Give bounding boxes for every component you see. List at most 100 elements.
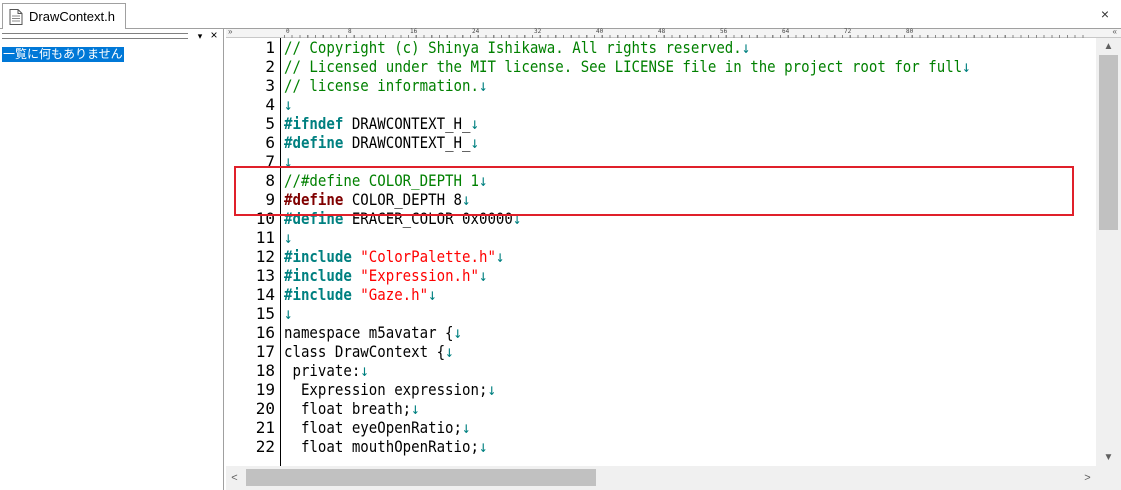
column-ruler: » 0 8 16 24 32 40 48 56 64 72 80 «: [226, 27, 1121, 38]
newline-marker-icon: ↓: [462, 418, 471, 437]
code-line[interactable]: 5 #ifndef DRAWCONTEXT_H_↓: [226, 114, 1096, 133]
vertical-scrollbar[interactable]: ▲ ▼: [1096, 38, 1121, 466]
code-line[interactable]: 18 private:↓: [226, 361, 1096, 380]
close-tab-icon[interactable]: ×: [1097, 6, 1113, 22]
code-token: Expression expression;: [284, 380, 488, 399]
outline-header: ▾ ×: [0, 29, 224, 44]
code-line[interactable]: 20 float breath;↓: [226, 399, 1096, 418]
line-text: // Copyright (c) Shinya Ishikawa. All ri…: [284, 38, 750, 57]
scroll-right-icon[interactable]: >: [1079, 466, 1096, 490]
code-line[interactable]: 1 // Copyright (c) Shinya Ishikawa. All r…: [226, 38, 1096, 57]
code-token: float breath;: [284, 399, 412, 418]
line-text: #define DRAWCONTEXT_H_↓: [284, 133, 479, 152]
newline-marker-icon: ↓: [428, 285, 437, 304]
newline-marker-icon: ↓: [284, 228, 293, 247]
code-line[interactable]: 15 ↓: [226, 304, 1096, 323]
code-line[interactable]: 6 #define DRAWCONTEXT_H_↓: [226, 133, 1096, 152]
file-tab[interactable]: DrawContext.h: [2, 3, 126, 29]
newline-marker-icon: ↓: [284, 304, 293, 323]
ruler-label: 64: [782, 28, 790, 35]
code-token: #include: [284, 266, 352, 285]
code-area[interactable]: 1 // Copyright (c) Shinya Ishikawa. All r…: [226, 38, 1096, 466]
line-text: #include "Gaze.h"↓: [284, 285, 437, 304]
code-line[interactable]: 14 #include "Gaze.h"↓: [226, 285, 1096, 304]
code-token: #define: [284, 133, 344, 152]
code-line[interactable]: 2 // Licensed under the MIT license. See …: [226, 57, 1096, 76]
code-token: float eyeOpenRatio;: [284, 418, 463, 437]
scroll-left-icon[interactable]: <: [226, 466, 243, 490]
gutter-separator: [280, 38, 281, 466]
code-line[interactable]: 17 class DrawContext {↓: [226, 342, 1096, 361]
newline-marker-icon: ↓: [470, 114, 479, 133]
newline-marker-icon: ↓: [284, 95, 293, 114]
code-line[interactable]: 21 float eyeOpenRatio;↓: [226, 418, 1096, 437]
line-text: Expression expression;↓: [284, 380, 496, 399]
vertical-scroll-thumb[interactable]: [1099, 55, 1118, 230]
code-line[interactable]: 22 float mouthOpenRatio;↓: [226, 437, 1096, 456]
line-text: // Licensed under the MIT license. See L…: [284, 57, 971, 76]
tab-bar: DrawContext.h ×: [0, 0, 1121, 29]
code-token: namespace m5avatar {: [284, 323, 454, 342]
code-line[interactable]: 16 namespace m5avatar {↓: [226, 323, 1096, 342]
ruler-label: 80: [906, 28, 914, 35]
line-text: private:↓: [284, 361, 369, 380]
code-line[interactable]: 11 ↓: [226, 228, 1096, 247]
line-number: 2: [265, 57, 275, 76]
ruler-label: 40: [596, 28, 604, 35]
line-number: 14: [255, 285, 275, 304]
tab-title: DrawContext.h: [29, 9, 115, 24]
line-text: class DrawContext {↓: [284, 342, 454, 361]
line-number: 4: [265, 95, 275, 114]
line-text: float eyeOpenRatio;↓: [284, 418, 471, 437]
line-text: ↓: [284, 228, 292, 247]
line-text: ↓: [284, 95, 292, 114]
newline-marker-icon: ↓: [478, 266, 488, 285]
document-icon: [9, 8, 23, 25]
code-line[interactable]: 4 ↓: [226, 95, 1096, 114]
newline-marker-icon: ↓: [487, 380, 496, 399]
code-line[interactable]: 19 Expression expression;↓: [226, 380, 1096, 399]
code-line[interactable]: 3 // license information.↓: [226, 76, 1096, 95]
line-text: float breath;↓: [284, 399, 420, 418]
horizontal-scrollbar[interactable]: < >: [226, 466, 1096, 490]
ruler-label: 24: [472, 28, 480, 35]
outline-empty-message[interactable]: 一覧に何もありません: [2, 47, 124, 62]
line-number: 6: [265, 133, 275, 152]
code-token: DRAWCONTEXT_H_: [343, 133, 471, 152]
line-number: 16: [255, 323, 275, 342]
newline-marker-icon: ↓: [741, 38, 751, 57]
line-number: 5: [265, 114, 275, 133]
newline-marker-icon: ↓: [453, 323, 463, 342]
newline-marker-icon: ↓: [411, 399, 420, 418]
code-token: "ColorPalette.h": [360, 247, 496, 266]
line-text: // license information.↓: [284, 76, 487, 95]
newline-marker-icon: ↓: [360, 361, 369, 380]
highlight-annotation-box: [234, 166, 1074, 216]
code-token: #ifndef: [284, 114, 344, 133]
line-number: 3: [265, 76, 275, 95]
code-token: private:: [284, 361, 361, 380]
line-text: #include "ColorPalette.h"↓: [284, 247, 504, 266]
dropdown-menu-icon[interactable]: ▾: [194, 29, 206, 43]
code-token: // Copyright (c) Shinya Ishikawa. All ri…: [284, 38, 742, 57]
line-number: 11: [255, 228, 275, 247]
code-token: float mouthOpenRatio;: [284, 437, 479, 456]
panel-grip[interactable]: [2, 33, 188, 39]
code-editor[interactable]: » 0 8 16 24 32 40 48 56 64 72 80 « 1// Copyright (…: [226, 27, 1121, 490]
line-number: 13: [255, 266, 275, 285]
code-token: class DrawContext {: [284, 342, 446, 361]
line-number: 12: [255, 247, 275, 266]
line-number: 17: [255, 342, 275, 361]
newline-marker-icon: ↓: [445, 342, 454, 361]
newline-marker-icon: ↓: [495, 247, 505, 266]
code-line[interactable]: 13 #include "Expression.h"↓: [226, 266, 1096, 285]
scroll-down-icon[interactable]: ▼: [1096, 449, 1121, 466]
line-text: namespace m5avatar {↓: [284, 323, 462, 342]
close-panel-icon[interactable]: ×: [208, 29, 220, 43]
horizontal-scroll-thumb[interactable]: [246, 469, 596, 486]
scroll-up-icon[interactable]: ▲: [1096, 38, 1121, 55]
ruler-label: 72: [844, 28, 852, 35]
code-line[interactable]: 12 #include "ColorPalette.h"↓: [226, 247, 1096, 266]
